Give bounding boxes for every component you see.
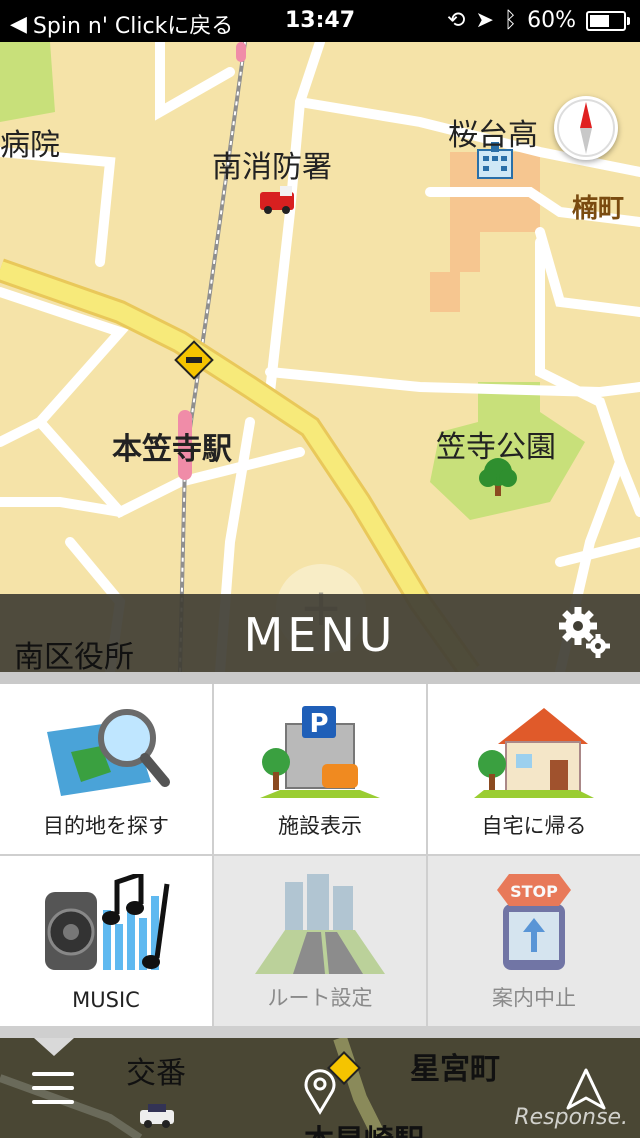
menu-grid: 目的地を探す P 施設表示 自宅に帰る MUSIC ルート設定 STOP 案内中… xyxy=(0,672,640,1038)
menu-item-label: MUSIC xyxy=(72,988,140,1012)
map-label-school: 桜台高 xyxy=(448,118,538,153)
menu-item-label: 目的地を探す xyxy=(43,814,169,838)
route-icon xyxy=(255,874,385,974)
menu-item-music[interactable]: MUSIC xyxy=(0,856,212,1026)
svg-text:STOP: STOP xyxy=(510,882,558,901)
menu-collapse-notch xyxy=(34,1038,74,1056)
map-label-town: 楠町 xyxy=(572,194,625,224)
green-area xyxy=(0,42,55,122)
menu-item-facility-display[interactable]: P 施設表示 xyxy=(214,684,426,854)
bottom-bar: 交番 星宮町 本星崎駅 Response. xyxy=(0,1038,640,1138)
menu-bar: 南区役所 MENU xyxy=(0,594,640,675)
status-indicators: ⟲ ➤ ᛒ 60% xyxy=(447,8,630,33)
svg-text:P: P xyxy=(309,709,328,739)
rotation-lock-icon: ⟲ xyxy=(447,8,466,33)
menu-item-go-home[interactable]: 自宅に帰る xyxy=(428,684,640,854)
map-label-town-bottom: 星宮町 xyxy=(410,1052,500,1087)
battery-percent: 60% xyxy=(527,8,576,33)
compass-icon xyxy=(557,99,615,157)
menu-item-label: 案内中止 xyxy=(492,986,576,1010)
station-platform-top xyxy=(236,42,246,62)
map-view[interactable]: 病院 南消防署 桜台高 楠町 本笠寺駅 笠寺公園 + xyxy=(0,42,640,672)
menu-item-route-settings[interactable]: ルート設定 xyxy=(214,856,426,1026)
home-icon xyxy=(474,708,594,798)
status-bar: ◀ Spin n' Clickに戻る 13:47 ⟲ ➤ ᛒ 60% xyxy=(0,0,640,42)
map-label-hospital: 病院 xyxy=(0,128,60,163)
fire-station-icon xyxy=(260,186,294,214)
settings-gear-icon[interactable] xyxy=(558,606,614,660)
bluetooth-icon: ᛒ xyxy=(503,8,518,33)
map-search-icon xyxy=(47,709,170,796)
map-label-police-box: 交番 xyxy=(126,1056,186,1091)
music-icon xyxy=(45,874,170,970)
hamburger-menu-icon[interactable] xyxy=(32,1072,74,1108)
menu-title[interactable]: MENU xyxy=(0,608,640,662)
battery-icon xyxy=(586,10,630,31)
grid-divider xyxy=(0,672,640,684)
watermark: Response. xyxy=(514,1105,628,1130)
location-pin-icon[interactable] xyxy=(300,1068,340,1116)
menu-item-label: ルート設定 xyxy=(267,986,373,1010)
map-label-fire-station: 南消防署 xyxy=(212,150,332,185)
parking-facility-icon: P xyxy=(260,706,380,798)
location-arrow-icon: ➤ xyxy=(475,8,494,33)
stop-guidance-icon: STOP xyxy=(497,874,571,970)
menu-item-label: 自宅に帰る xyxy=(481,814,587,838)
map-label-station: 本笠寺駅 xyxy=(112,432,232,467)
map-label-park: 笠寺公園 xyxy=(436,430,556,465)
menu-item-stop-guidance[interactable]: STOP 案内中止 xyxy=(428,856,640,1026)
compass-button[interactable] xyxy=(554,96,618,160)
battery-fill xyxy=(590,14,609,27)
menu-item-search-destination[interactable]: 目的地を探す xyxy=(0,684,212,854)
map-label-station-bottom: 本星崎駅 xyxy=(304,1116,424,1138)
menu-item-label: 施設表示 xyxy=(278,814,362,838)
